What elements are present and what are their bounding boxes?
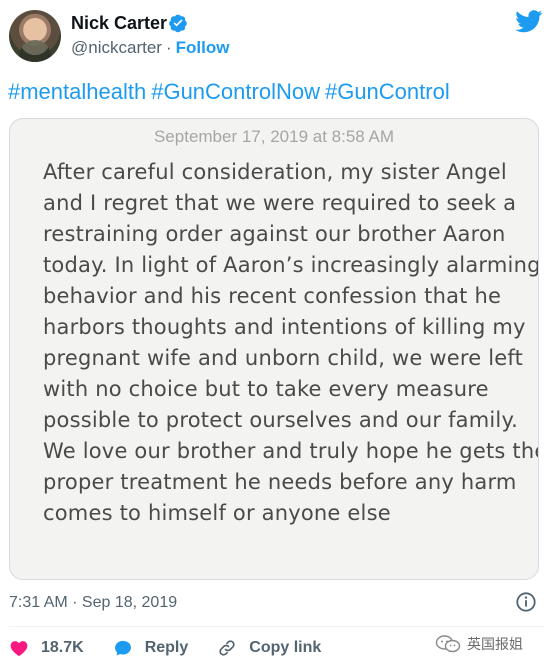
statement-line: After careful consideration, my sister A… xyxy=(43,160,507,184)
copy-link-button[interactable]: Copy link xyxy=(217,638,321,658)
verified-badge-icon xyxy=(169,14,187,33)
statement-line: restraining order against our brother Aa… xyxy=(43,222,506,246)
statement-line: proper treatment he needs before any har… xyxy=(43,470,517,494)
twitter-bird-icon[interactable] xyxy=(515,10,543,33)
reply-label: Reply xyxy=(144,639,189,656)
tweet-card: Nick Carter @nickcarter · Follow #mentalhe… xyxy=(0,0,553,667)
statement-line: harbors thoughts and intentions of killi… xyxy=(43,315,526,339)
watermark: 英国报姐 xyxy=(435,629,545,659)
author-name[interactable]: Nick Carter xyxy=(71,12,167,34)
hashtag-link[interactable]: #GunControl xyxy=(325,79,450,104)
separator-dot: · xyxy=(165,38,172,57)
watermark-text: 英国报姐 xyxy=(467,636,523,652)
divider xyxy=(9,626,544,627)
statement-line: today. In light of Aaron’s increasingly … xyxy=(43,253,539,277)
link-icon xyxy=(219,640,235,656)
author-handle[interactable]: @nickcarter xyxy=(71,38,162,57)
statement-date: September 17, 2019 at 8:58 AM xyxy=(153,127,395,146)
handle-row: @nickcarter · Follow xyxy=(71,37,229,59)
hashtag-link[interactable]: #GunControlNow xyxy=(151,79,320,104)
heart-icon xyxy=(10,641,28,656)
statement-line: and I regret that we were required to se… xyxy=(43,191,517,215)
like-count: 18.7K xyxy=(41,639,84,656)
wechat-icon xyxy=(435,635,461,653)
statement-text: After careful consideration, my sister A… xyxy=(43,157,539,529)
statement-line: with no choice but to take every measure xyxy=(43,377,489,401)
statement-line: We love our brother and truly hope he ge… xyxy=(43,439,539,463)
like-button[interactable]: 18.7K xyxy=(9,638,84,658)
statement-line: behavior and his recent confession that … xyxy=(43,284,502,308)
hashtags: #mentalhealth #GunControlNow #GunControl xyxy=(8,78,455,106)
reply-bubble-icon xyxy=(114,640,131,656)
copy-link-label: Copy link xyxy=(249,639,322,656)
statement-line: comes to himself or anyone else xyxy=(43,501,391,525)
statement-image[interactable]: September 17, 2019 at 8:58 AM After care… xyxy=(9,118,539,580)
avatar[interactable] xyxy=(9,10,61,62)
info-icon[interactable] xyxy=(515,591,537,613)
tweet-timestamp[interactable]: 7:31 AM · Sep 18, 2019 xyxy=(9,593,177,613)
statement-line: possible to protect ourselves and our fa… xyxy=(43,408,518,432)
reply-button[interactable]: Reply xyxy=(113,638,189,658)
hashtag-link[interactable]: #mentalhealth xyxy=(8,79,146,104)
statement-line: pregnant wife and unborn child, we were … xyxy=(43,346,524,370)
follow-button[interactable]: Follow xyxy=(176,38,230,57)
